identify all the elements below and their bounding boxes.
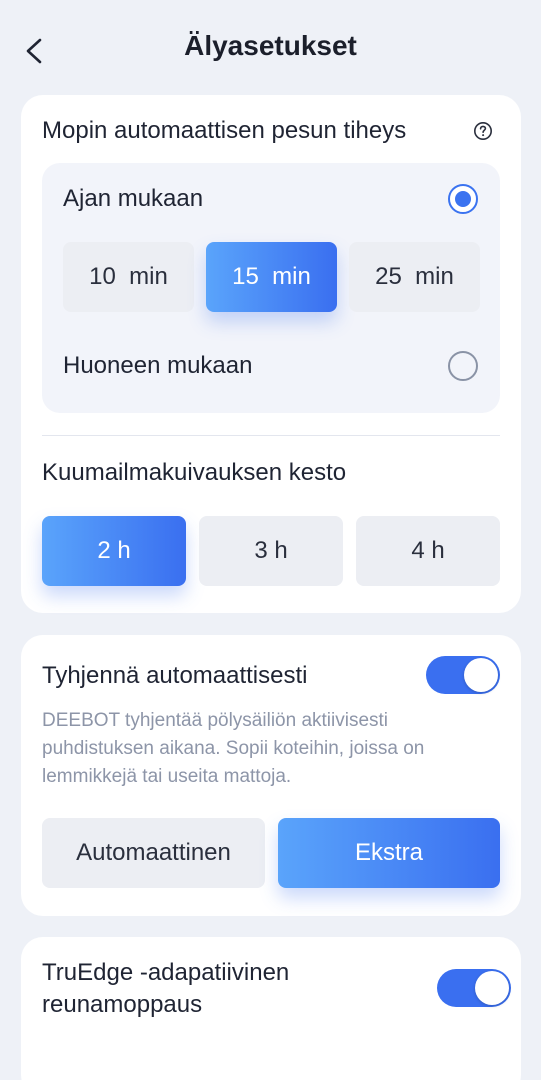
truedge-title-line1: TruEdge -adapatiivinen: [42, 959, 290, 986]
auto-empty-toggle[interactable]: [426, 656, 500, 694]
divider: [42, 435, 500, 436]
truedge-toggle[interactable]: [437, 969, 511, 1007]
mop-wash-title: Mopin automaattisen pesun tiheys: [42, 117, 407, 144]
automatic-mode-button[interactable]: Automaattinen: [42, 818, 265, 888]
truedge-title-line2: reunamoppaus: [42, 991, 203, 1018]
by-room-radio[interactable]: [448, 351, 478, 381]
auto-empty-description: DEEBOT tyhjentää pölysäiliön aktiivisest…: [42, 710, 425, 787]
extra-mode-button[interactable]: Ekstra: [278, 818, 500, 888]
drying-4h-button[interactable]: 4 h: [356, 516, 500, 586]
truedge-card: TruEdge -adapatiivinen reunamoppaus: [21, 937, 521, 1080]
page-title: Älyasetukset: [184, 30, 357, 61]
drying-2h-button[interactable]: 2 h: [42, 516, 186, 586]
by-time-label: Ajan mukaan: [63, 185, 204, 212]
by-time-radio[interactable]: [448, 184, 478, 214]
mop-wash-card: Mopin automaattisen pesun tiheys Ajan mu…: [21, 95, 521, 613]
toggle-knob: [464, 658, 498, 692]
drying-3h-button[interactable]: 3 h: [199, 516, 343, 586]
auto-empty-title: Tyhjennä automaattisesti: [42, 662, 308, 689]
interval-25-min-button[interactable]: 25 min: [349, 242, 480, 312]
mop-wash-options-panel: Ajan mukaan 10 min 15 min 25 min Huoneen…: [42, 163, 500, 413]
by-room-label: Huoneen mukaan: [63, 352, 253, 379]
toggle-knob: [475, 971, 509, 1005]
help-icon[interactable]: [473, 121, 493, 141]
interval-15-min-button[interactable]: 15 min: [206, 242, 337, 312]
hot-air-drying-title: Kuumailmakuivauksen kesto: [42, 459, 347, 486]
auto-empty-card: Tyhjennä automaattisesti DEEBOT tyhjentä…: [21, 635, 521, 916]
header: Älyasetukset: [0, 0, 541, 100]
interval-10-min-button[interactable]: 10 min: [63, 242, 194, 312]
